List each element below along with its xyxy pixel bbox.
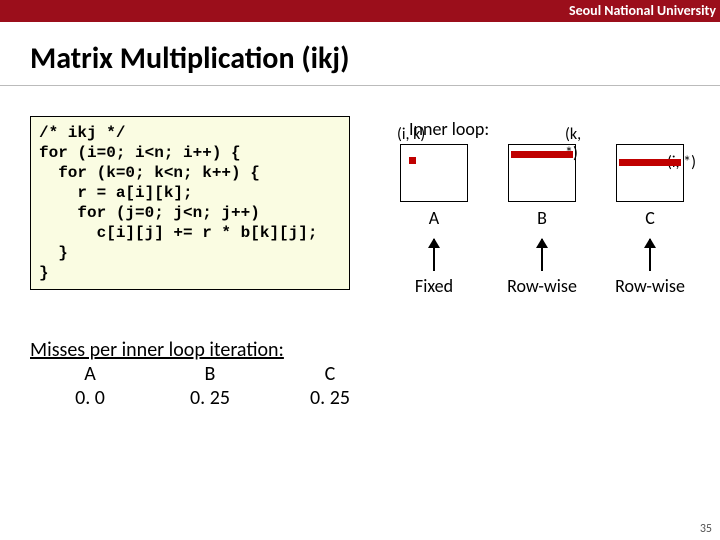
page-number: 35	[700, 522, 712, 536]
matrix-b: (k, *)	[508, 144, 576, 202]
misses-col-a: A	[30, 362, 150, 386]
diagram-heading: Inner loop:	[409, 118, 705, 140]
misses-table: Misses per inner loop iteration: A B C 0…	[30, 338, 390, 410]
slide-title: Matrix Multiplication (ikj)	[30, 40, 720, 77]
content-area: /* ikj */ for (i=0; i<n; i++) { for (k=0…	[0, 86, 720, 506]
arrow-icon	[649, 239, 651, 271]
matrix-a: (i, k)	[400, 144, 468, 202]
matrix-b-access: Row-wise	[507, 275, 577, 297]
matrix-c-col: (i, *) C Row-wise	[611, 144, 689, 297]
misses-col-b: B	[150, 362, 270, 386]
org-name: Seoul National University	[569, 2, 716, 19]
matrix-c-access: Row-wise	[615, 275, 685, 297]
arrow-icon	[541, 239, 543, 271]
header-bar: Seoul National University	[0, 0, 720, 22]
inner-loop-diagram: Inner loop: (i, k) A Fixed (k, *) B Row-…	[395, 118, 705, 297]
matrix-a-col: (i, k) A Fixed	[395, 144, 473, 297]
matrix-b-name: B	[537, 207, 547, 229]
misses-value-row: 0. 0 0. 25 0. 25	[30, 386, 390, 410]
matrix-a-access: Fixed	[415, 275, 453, 297]
arrow-icon	[433, 239, 435, 271]
misses-header-row: A B C	[30, 362, 390, 386]
misses-val-a: 0. 0	[30, 386, 150, 410]
misses-heading: Misses per inner loop iteration:	[30, 338, 390, 362]
matrix-c-name: C	[645, 207, 655, 229]
misses-col-c: C	[270, 362, 390, 386]
misses-val-b: 0. 25	[150, 386, 270, 410]
matrix-row: (i, k) A Fixed (k, *) B Row-wise (i, *)	[395, 144, 705, 297]
code-block: /* ikj */ for (i=0; i<n; i++) { for (k=0…	[30, 116, 350, 290]
matrix-c: (i, *)	[616, 144, 684, 202]
matrix-a-index: (i, k)	[397, 125, 425, 144]
matrix-a-name: A	[429, 207, 439, 229]
misses-val-c: 0. 25	[270, 386, 390, 410]
matrix-b-col: (k, *) B Row-wise	[503, 144, 581, 297]
matrix-c-row	[619, 159, 681, 166]
matrix-a-element	[409, 157, 416, 164]
matrix-b-row	[511, 151, 573, 158]
